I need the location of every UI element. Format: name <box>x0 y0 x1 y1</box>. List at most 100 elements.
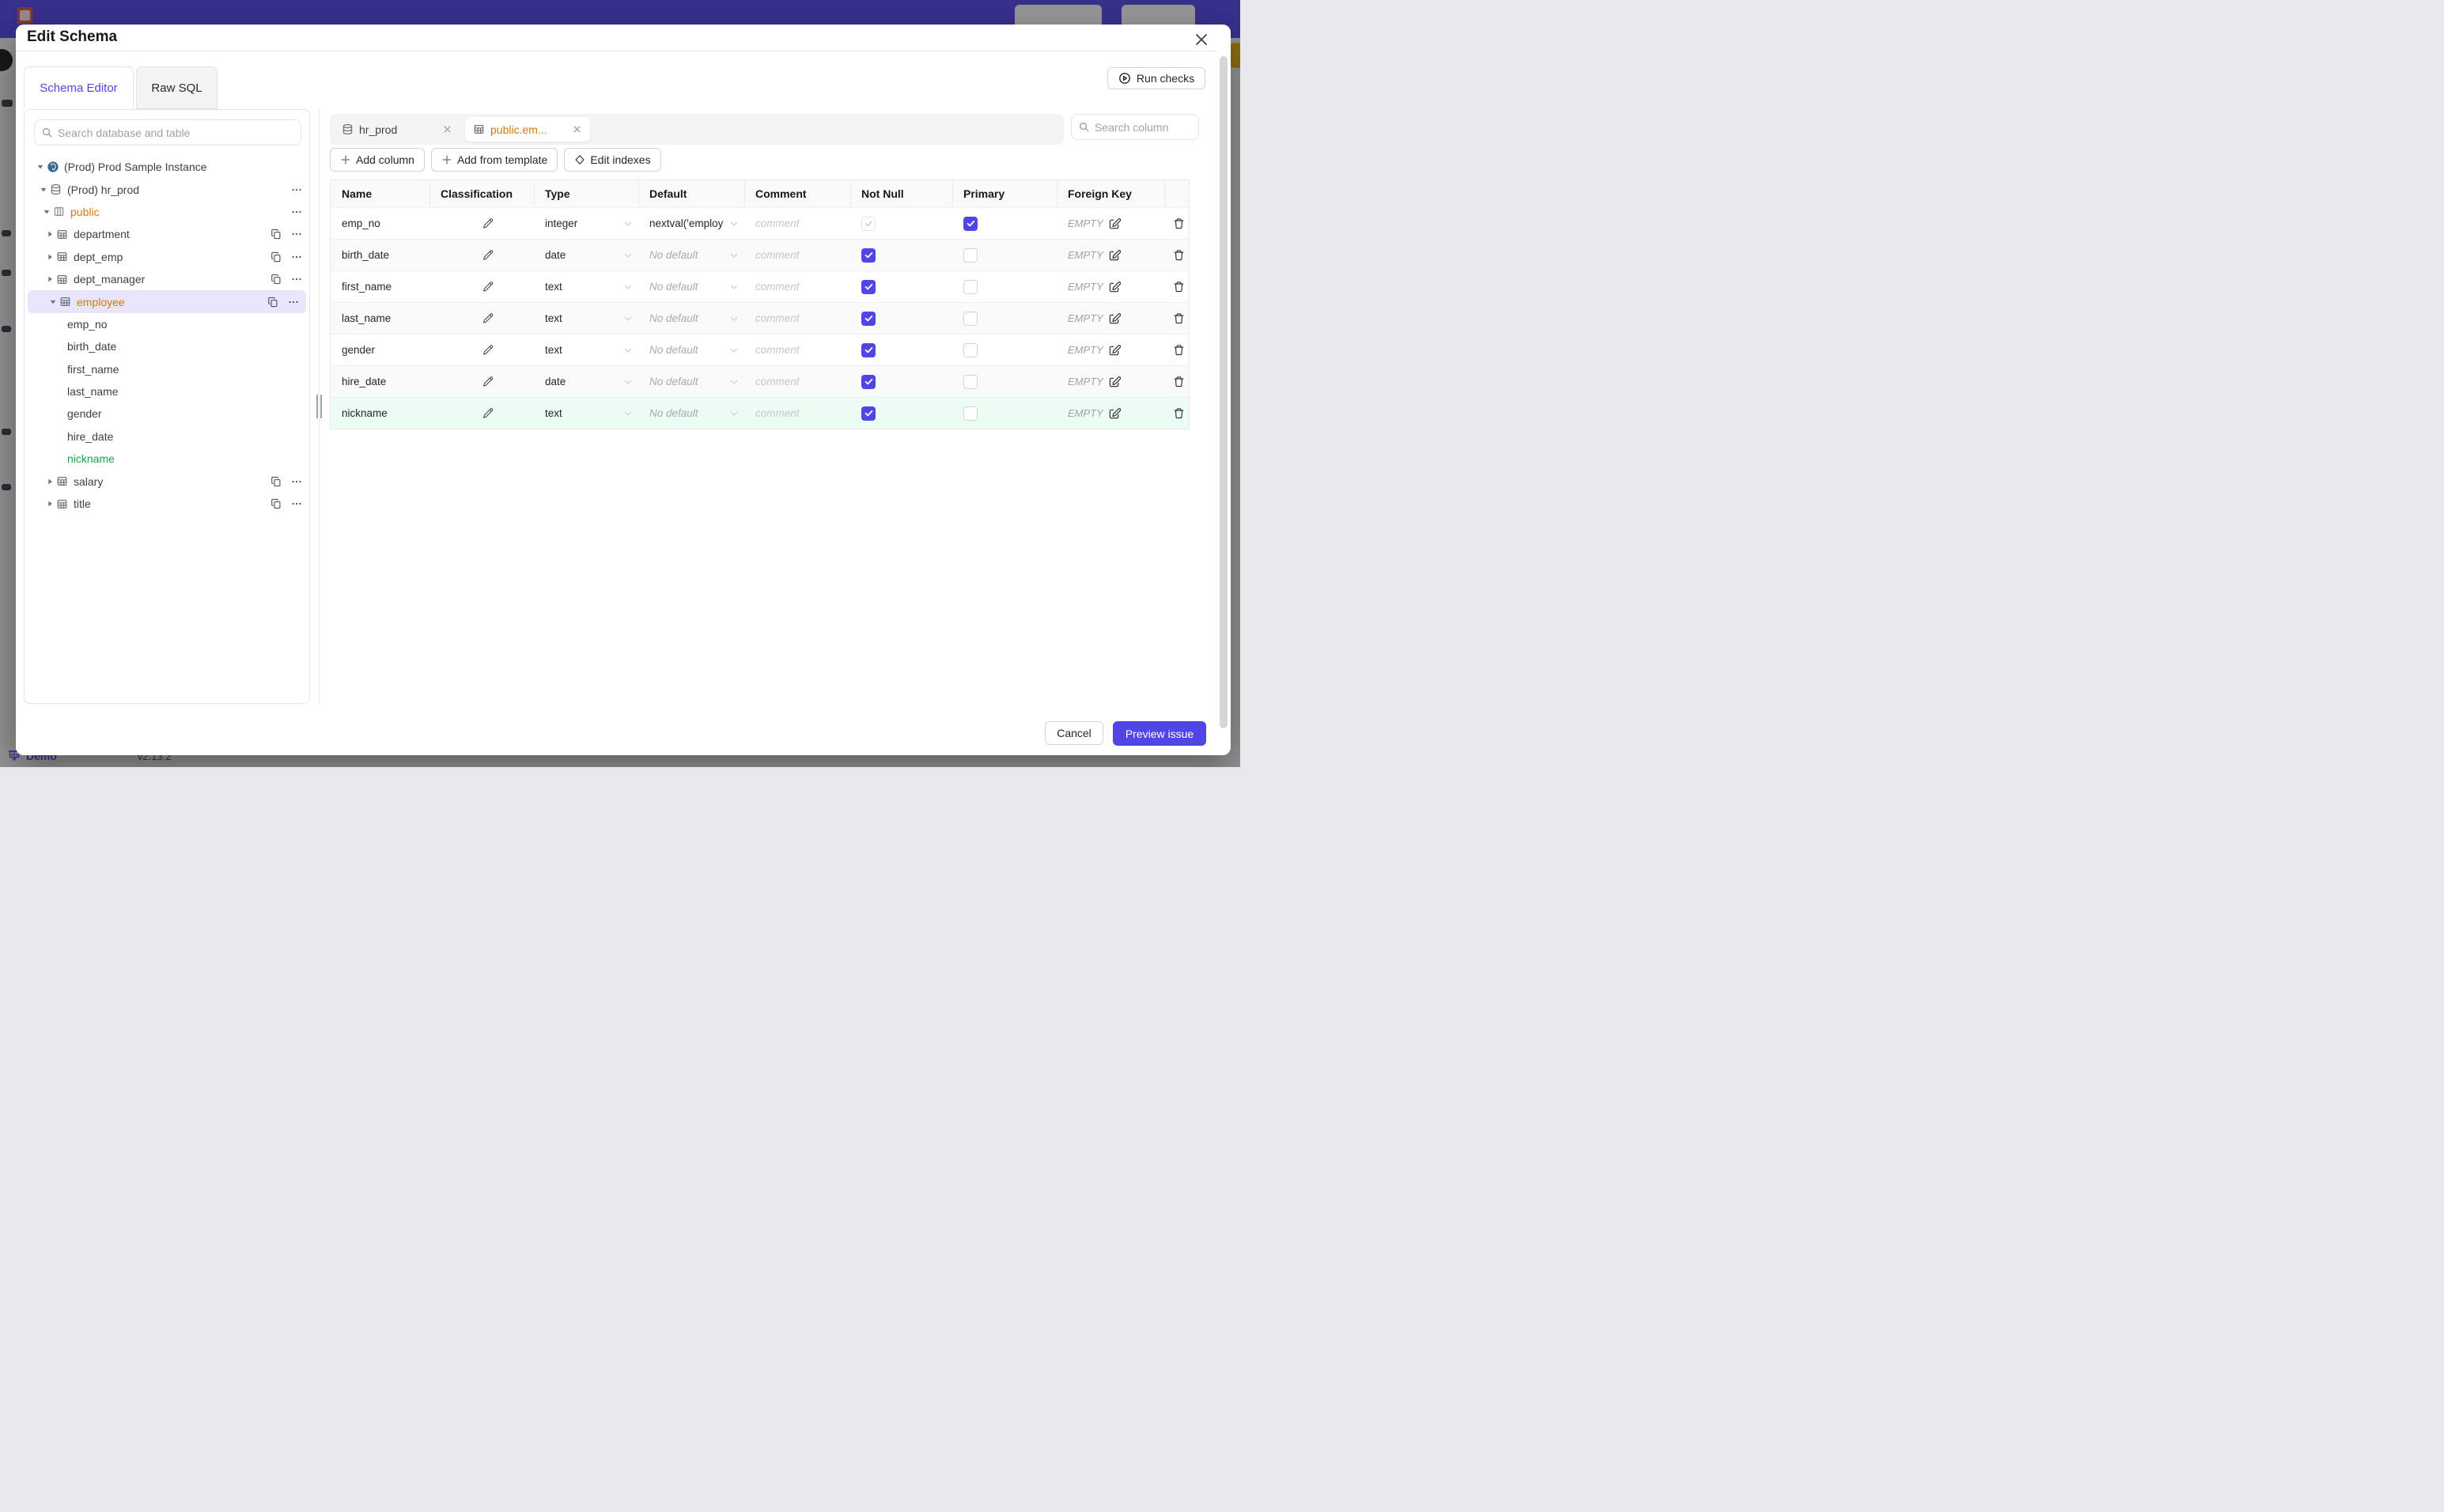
editor-tab-public-employee[interactable]: public.em... <box>465 117 590 142</box>
default-select[interactable]: No default <box>638 407 744 419</box>
run-checks-button[interactable]: Run checks <box>1107 67 1205 89</box>
comment-input[interactable]: comment <box>744 281 850 293</box>
edit-indexes-button[interactable]: Edit indexes <box>564 148 661 172</box>
column-name[interactable]: first_name <box>331 281 429 293</box>
more-options-icon[interactable] <box>286 296 301 308</box>
comment-input[interactable]: comment <box>744 249 850 261</box>
comment-input[interactable]: comment <box>744 376 850 387</box>
delete-column-icon[interactable] <box>1169 281 1189 293</box>
copy-icon[interactable] <box>268 251 284 263</box>
checkbox[interactable] <box>963 406 978 421</box>
type-select[interactable]: text <box>534 407 638 419</box>
edit-foreign-key-icon[interactable] <box>1108 217 1121 230</box>
delete-column-icon[interactable] <box>1169 249 1189 261</box>
more-options-icon[interactable] <box>289 183 305 196</box>
edit-foreign-key-icon[interactable] <box>1108 344 1121 357</box>
checkbox[interactable] <box>963 311 978 326</box>
modal-scrollbar[interactable] <box>1220 56 1228 728</box>
more-options-icon[interactable] <box>289 273 305 285</box>
tree-item-last_name[interactable]: last_name <box>25 380 309 403</box>
edit-classification-icon[interactable] <box>441 312 534 324</box>
copy-icon[interactable] <box>268 497 284 510</box>
default-select[interactable]: nextval('employ <box>638 217 744 229</box>
tree-item-salary[interactable]: salary <box>25 470 309 492</box>
default-select[interactable]: No default <box>638 281 744 293</box>
edit-classification-icon[interactable] <box>441 217 534 229</box>
tab-schema-editor[interactable]: Schema Editor <box>24 66 134 109</box>
chevron-right-icon[interactable] <box>44 475 56 488</box>
checkbox[interactable] <box>963 279 978 294</box>
comment-input[interactable]: comment <box>744 312 850 324</box>
delete-column-icon[interactable] <box>1169 344 1189 356</box>
type-select[interactable]: text <box>534 344 638 356</box>
checkbox[interactable] <box>861 406 876 421</box>
more-options-icon[interactable] <box>289 497 305 510</box>
close-tab-icon[interactable] <box>442 124 452 134</box>
close-icon[interactable] <box>1193 31 1210 48</box>
edit-classification-icon[interactable] <box>441 376 534 387</box>
type-select[interactable]: date <box>534 249 638 261</box>
checkbox[interactable] <box>963 248 978 263</box>
chevron-down-icon[interactable] <box>37 183 50 196</box>
type-select[interactable]: date <box>534 376 638 387</box>
checkbox[interactable] <box>861 374 876 389</box>
add-from-template-button[interactable]: Add from template <box>430 148 558 172</box>
type-select[interactable]: integer <box>534 217 638 229</box>
checkbox[interactable] <box>861 279 876 294</box>
more-options-icon[interactable] <box>289 206 305 218</box>
tree-item-public[interactable]: public <box>25 201 309 223</box>
tree-item-hire_date[interactable]: hire_date <box>25 425 309 448</box>
tree-search-input[interactable] <box>58 126 294 139</box>
tree-item-nickname[interactable]: nickname <box>25 448 309 470</box>
comment-input[interactable]: comment <box>744 407 850 419</box>
edit-foreign-key-icon[interactable] <box>1108 312 1121 325</box>
column-search-input[interactable] <box>1095 120 1192 134</box>
chevron-down-icon[interactable] <box>34 161 47 173</box>
tree-item-first_name[interactable]: first_name <box>25 358 309 380</box>
tree-item-employee[interactable]: employee <box>28 290 306 313</box>
column-name[interactable]: last_name <box>331 312 429 324</box>
default-select[interactable]: No default <box>638 312 744 324</box>
chevron-right-icon[interactable] <box>44 497 56 510</box>
checkbox[interactable] <box>861 311 876 326</box>
copy-icon[interactable] <box>268 475 284 488</box>
tree-item-dept_emp[interactable]: dept_emp <box>25 246 309 268</box>
edit-classification-icon[interactable] <box>441 281 534 293</box>
panel-resize-grip[interactable] <box>316 395 322 418</box>
default-select[interactable]: No default <box>638 344 744 356</box>
tree-item-emp_no[interactable]: emp_no <box>25 313 309 335</box>
chevron-right-icon[interactable] <box>44 228 56 240</box>
copy-icon[interactable] <box>268 228 284 240</box>
type-select[interactable]: text <box>534 281 638 293</box>
editor-tab-hr-prod[interactable]: hr_prod <box>334 117 460 142</box>
chevron-down-icon[interactable] <box>40 206 53 218</box>
add-column-button[interactable]: Add column <box>330 148 425 172</box>
chevron-right-icon[interactable] <box>44 251 56 263</box>
more-options-icon[interactable] <box>289 228 305 240</box>
edit-foreign-key-icon[interactable] <box>1108 281 1121 293</box>
tree-item-dept_manager[interactable]: dept_manager <box>25 268 309 290</box>
checkbox[interactable] <box>963 342 978 357</box>
edit-foreign-key-icon[interactable] <box>1108 376 1121 388</box>
more-options-icon[interactable] <box>289 251 305 263</box>
chevron-down-icon[interactable] <box>47 296 59 308</box>
column-name[interactable]: gender <box>331 344 429 356</box>
edit-foreign-key-icon[interactable] <box>1108 249 1121 262</box>
checkbox[interactable] <box>963 216 978 231</box>
column-name[interactable]: hire_date <box>331 376 429 387</box>
column-name[interactable]: birth_date <box>331 249 429 261</box>
delete-column-icon[interactable] <box>1169 312 1189 324</box>
preview-issue-button[interactable]: Preview issue <box>1113 721 1206 746</box>
comment-input[interactable]: comment <box>744 217 850 229</box>
tree-item-birth_date[interactable]: birth_date <box>25 335 309 357</box>
delete-column-icon[interactable] <box>1169 376 1189 387</box>
chevron-right-icon[interactable] <box>44 273 56 285</box>
default-select[interactable]: No default <box>638 376 744 387</box>
type-select[interactable]: text <box>534 312 638 324</box>
tree-item--prod-prod-sample-instance[interactable]: (Prod) Prod Sample Instance <box>25 156 309 178</box>
copy-icon[interactable] <box>268 273 284 285</box>
edit-classification-icon[interactable] <box>441 407 534 419</box>
edit-classification-icon[interactable] <box>441 344 534 356</box>
comment-input[interactable]: comment <box>744 344 850 356</box>
tree-item-title[interactable]: title <box>25 493 309 515</box>
